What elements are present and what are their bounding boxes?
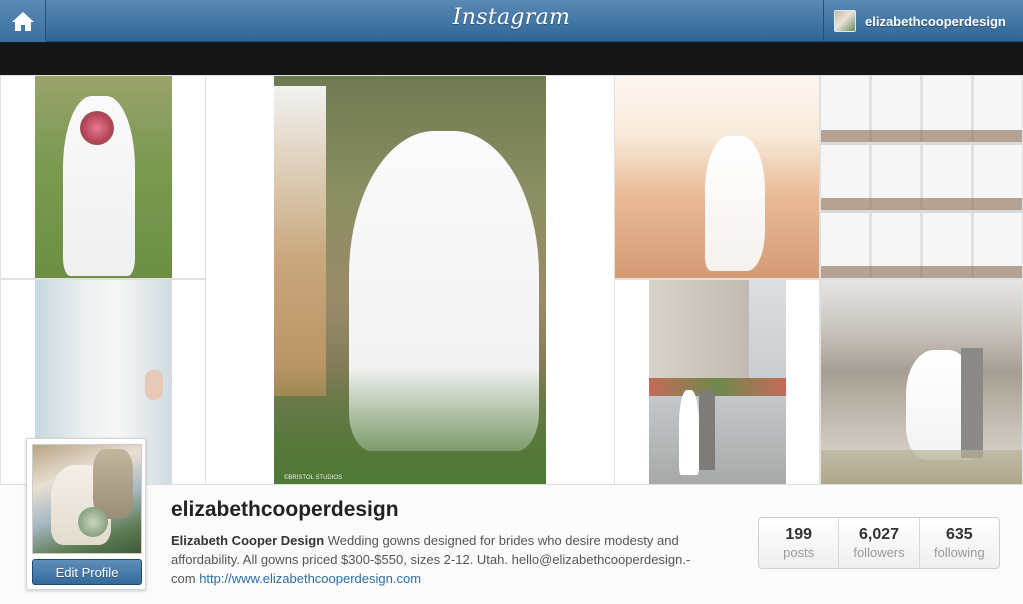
profile-stats: 199 posts 6,027 followers 635 following xyxy=(758,517,1000,569)
photo-grid: ©BRISTOL STUDIOS xyxy=(0,75,1023,485)
photo-tile[interactable] xyxy=(820,279,1023,485)
photo-gown-collage xyxy=(821,76,1022,278)
photo-tile[interactable] xyxy=(614,75,820,279)
profile-bio-text-cont: com xyxy=(171,571,196,586)
edit-profile-button[interactable]: Edit Profile xyxy=(32,559,142,585)
stat-following-label: following xyxy=(934,545,985,560)
stat-posts-value: 199 xyxy=(785,526,813,543)
stat-followers[interactable]: 6,027 followers xyxy=(839,518,920,568)
photo-bride-bouquet xyxy=(35,76,172,278)
photo-tile[interactable] xyxy=(614,279,820,485)
stat-following[interactable]: 635 following xyxy=(920,518,999,568)
stat-followers-value: 6,027 xyxy=(858,526,900,543)
photo-credit: ©BRISTOL STUDIOS xyxy=(284,475,343,481)
top-bar: Instagram elizabethcooperdesign xyxy=(0,0,1023,42)
user-avatar xyxy=(834,10,856,32)
photo-couple-dance: ©BRISTOL STUDIOS xyxy=(274,76,546,484)
profile-avatar xyxy=(32,444,142,554)
home-icon xyxy=(11,12,34,31)
profile-avatar-card: Edit Profile xyxy=(26,438,146,590)
profile-username: elizabethcooperdesign xyxy=(171,498,399,521)
home-button[interactable] xyxy=(0,0,46,42)
stat-posts-label: posts xyxy=(783,545,815,560)
photo-tile[interactable] xyxy=(0,75,206,279)
profile-website-link[interactable]: http://www.elizabethcooperdesign.com xyxy=(199,571,421,586)
stat-posts[interactable]: 199 posts xyxy=(759,518,840,568)
profile-full-name: Elizabeth Cooper Design xyxy=(171,533,325,548)
photo-tile[interactable] xyxy=(820,75,1023,279)
profile-bio: Elizabeth Cooper Design Wedding gowns de… xyxy=(171,531,731,588)
stat-following-value: 635 xyxy=(945,526,973,543)
stat-followers-label: followers xyxy=(853,545,905,560)
photo-temple-couple xyxy=(649,280,786,484)
photo-bride-sunset xyxy=(615,76,819,278)
photo-mountain-couple xyxy=(821,280,1022,484)
user-menu-name: elizabethcooperdesign xyxy=(865,13,1006,29)
header-band xyxy=(0,43,1023,75)
photo-tile[interactable]: ©BRISTOL STUDIOS xyxy=(205,75,615,485)
user-menu[interactable]: elizabethcooperdesign xyxy=(823,0,1023,42)
